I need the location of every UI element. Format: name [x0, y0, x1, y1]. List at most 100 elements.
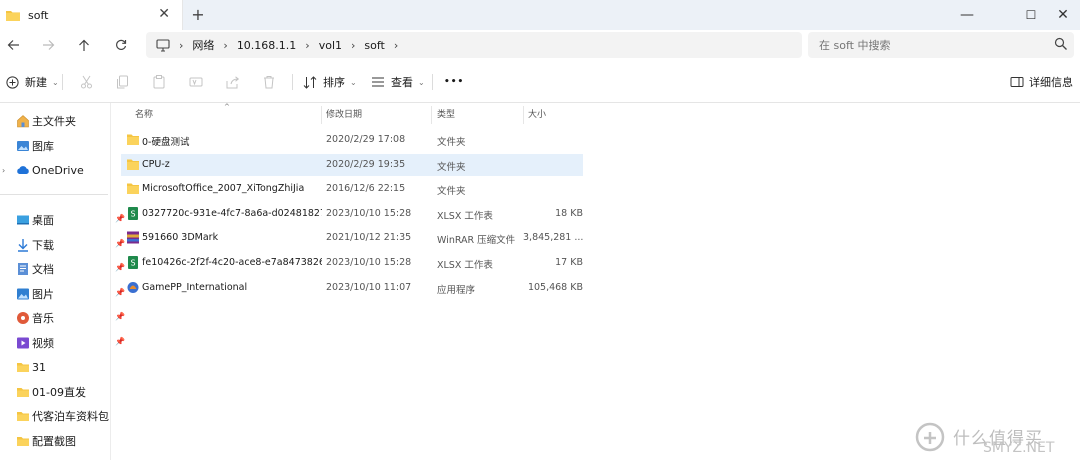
more-options-button[interactable]: ••• — [444, 71, 464, 93]
new-tab-button[interactable]: + — [188, 5, 208, 25]
close-window-button[interactable]: ✕ — [1040, 0, 1080, 30]
sidebar-item-label: 01-09直发 — [32, 386, 86, 399]
view-button[interactable]: 查看 ⌄ — [371, 71, 425, 93]
tab-soft[interactable]: soft ✕ — [0, 0, 183, 30]
search-input[interactable] — [808, 32, 1074, 58]
chevron-down-icon: ⌄ — [52, 77, 59, 87]
column-divider[interactable] — [523, 106, 524, 124]
sort-button[interactable]: 排序 ⌄ — [303, 71, 357, 93]
navigation-pane: 主文件夹 图库 › OneDrive 桌面 📌 下载 📌 文档 📌 图片 📌 音… — [0, 103, 125, 460]
divider — [432, 74, 433, 90]
table-row[interactable]: Sfe10426c-2f2f-4c20-ace8-e7a8473826... 20… — [121, 252, 583, 274]
sidebar-item-label: 配置截图 — [32, 435, 76, 448]
desktop-icon — [17, 215, 29, 225]
sidebar-item-folder-screenshots[interactable]: 配置截图 — [16, 430, 126, 452]
spreadsheet-icon: S — [128, 206, 138, 220]
file-date: 2016/12/6 22:15 — [326, 183, 406, 195]
back-button[interactable] — [2, 34, 24, 56]
copy-button[interactable] — [116, 71, 129, 93]
breadcrumb-volume[interactable]: vol1 — [319, 39, 342, 52]
sidebar-item-label: OneDrive — [32, 163, 84, 177]
up-button[interactable] — [73, 34, 95, 56]
sidebar-item-label: 31 — [32, 360, 46, 374]
sidebar-item-documents[interactable]: 文档 📌 — [16, 258, 126, 280]
forward-button[interactable] — [37, 34, 59, 56]
folder-icon — [17, 388, 29, 397]
sidebar-item-label: 视频 — [32, 337, 54, 350]
folder-icon — [17, 363, 29, 372]
spreadsheet-icon: S — [128, 256, 138, 269]
table-row[interactable]: S 0327720c-931e-4fc7-8a6a-d02481827... 202… — [121, 203, 583, 225]
document-icon — [18, 263, 28, 275]
file-date: 2021/10/12 21:35 — [326, 232, 412, 244]
tab-title: soft — [28, 8, 49, 22]
details-pane-label: 详细信息 — [1029, 76, 1073, 89]
view-button-label: 查看 — [391, 76, 413, 89]
file-name: GamePP_International — [142, 281, 248, 293]
divider — [292, 74, 293, 90]
sidebar-item-onedrive[interactable]: OneDrive — [16, 159, 126, 181]
column-divider[interactable] — [321, 106, 322, 124]
address-bar[interactable]: › 网络 › 10.168.1.1 › vol1 › soft › — [146, 32, 802, 58]
breadcrumb-network[interactable]: 网络 — [192, 37, 214, 53]
sidebar-item-label: 桌面 — [32, 214, 54, 227]
table-row[interactable]: MicrosoftOffice_2007_XiTongZhiJia 2016/12… — [121, 178, 583, 200]
application-icon — [127, 281, 139, 293]
column-header-type[interactable]: 类型 — [437, 109, 455, 121]
search-icon[interactable] — [1054, 37, 1068, 51]
chevron-down-icon: ⌄ — [418, 77, 425, 87]
chevron-right-icon: › — [393, 38, 399, 52]
file-type: 应用程序 — [437, 284, 476, 296]
navigation-bar: › 网络 › 10.168.1.1 › vol1 › soft › — [0, 30, 1080, 61]
sidebar-item-pictures[interactable]: 图片 📌 — [16, 283, 126, 305]
column-header-name[interactable]: 名称 — [135, 109, 153, 121]
sidebar-item-gallery[interactable]: 图库 — [16, 135, 126, 157]
logo-icon — [915, 422, 945, 452]
sidebar-item-home[interactable]: 主文件夹 — [16, 110, 126, 132]
file-size: 105,468 KB — [527, 281, 583, 293]
column-header-date[interactable]: 修改日期 — [326, 109, 362, 121]
sidebar-item-videos[interactable]: 视频 📌 — [16, 332, 126, 354]
refresh-icon — [116, 39, 127, 50]
refresh-button[interactable] — [110, 34, 132, 56]
file-name: 0327720c-931e-4fc7-8a6a-d02481827... — [142, 207, 322, 219]
sidebar-item-desktop[interactable]: 桌面 📌 — [16, 209, 126, 231]
sidebar-item-folder-0109[interactable]: 01-09直发 — [16, 381, 126, 403]
sidebar-item-folder-31[interactable]: 31 — [16, 356, 126, 378]
table-row[interactable]: CPU-z 2020/2/29 19:35 文件夹 — [121, 153, 583, 176]
file-type: 文件夹 — [437, 161, 466, 173]
minimize-button[interactable]: — — [944, 0, 990, 30]
breadcrumb-host[interactable]: 10.168.1.1 — [237, 39, 296, 52]
column-divider[interactable] — [431, 106, 432, 124]
sort-ascending-icon: ^ — [224, 103, 230, 111]
video-icon — [17, 337, 29, 349]
sidebar-item-downloads[interactable]: 下载 📌 — [16, 234, 126, 256]
clipboard-icon — [153, 75, 165, 89]
details-pane-button[interactable]: 详细信息 — [1010, 71, 1073, 93]
folder-icon — [17, 437, 29, 446]
folder-icon — [127, 134, 139, 145]
rename-button[interactable] — [189, 71, 203, 93]
sidebar-item-folder-parking[interactable]: 代客泊车资料包 — [16, 405, 126, 427]
tab-close-icon[interactable]: ✕ — [158, 7, 170, 21]
table-row[interactable]: 0-硬盘测试 2020/2/29 17:08 文件夹 — [121, 129, 583, 151]
column-header-size[interactable]: 大小 — [528, 109, 546, 121]
paste-button[interactable] — [153, 71, 165, 93]
music-icon — [17, 312, 29, 324]
file-name: CPU-z — [142, 158, 170, 170]
sort-icon — [303, 75, 317, 89]
gallery-icon — [17, 141, 29, 151]
sidebar-item-music[interactable]: 音乐 📌 — [16, 307, 126, 329]
table-row[interactable]: GamePP_International 2023/10/10 11:07 应用程序… — [121, 277, 583, 299]
plus-circle-icon — [6, 75, 19, 89]
delete-button[interactable] — [263, 71, 275, 93]
chevron-right-icon: › — [305, 38, 310, 52]
folder-icon — [6, 11, 20, 21]
new-button[interactable]: 新建 ⌄ — [6, 71, 59, 93]
chevron-right-icon[interactable]: › — [2, 166, 5, 175]
cut-button[interactable] — [80, 71, 93, 93]
table-row[interactable]: 591660 3DMark 2021/10/12 21:35 WinRAR 压缩文件… — [121, 227, 583, 249]
share-button[interactable] — [226, 71, 240, 93]
breadcrumb-current[interactable]: soft — [364, 39, 384, 52]
divider — [0, 194, 108, 195]
